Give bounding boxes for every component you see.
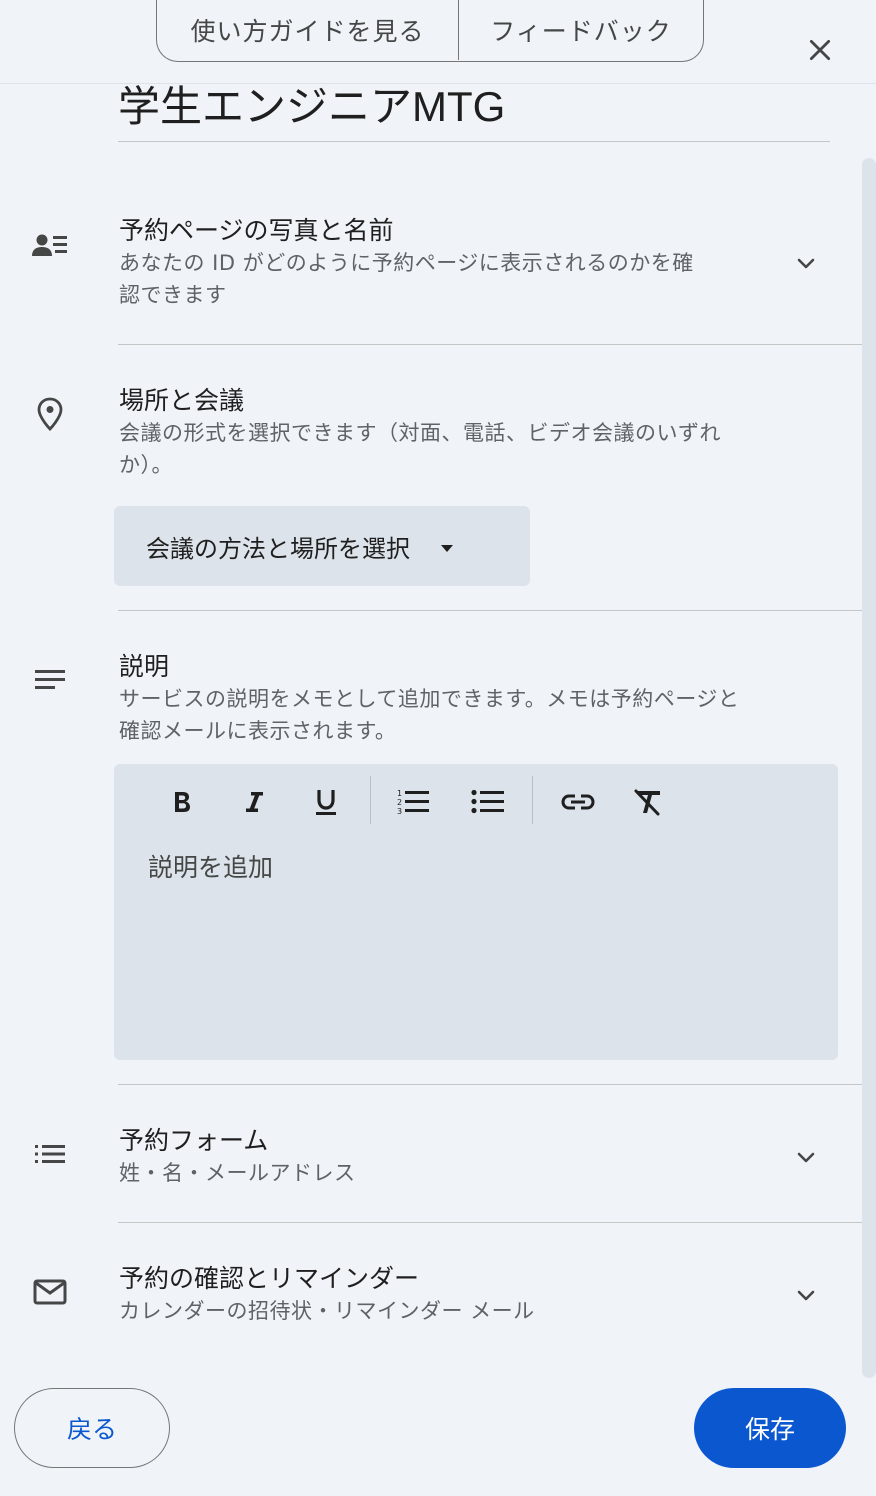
bold-button[interactable] [158, 778, 206, 826]
link-button[interactable] [554, 778, 602, 826]
title-field[interactable]: 学生エンジニアMTG [118, 84, 830, 142]
page-title: 学生エンジニアMTG [118, 83, 506, 130]
confirmation-title: 予約の確認とリマインダー [119, 1264, 420, 1293]
clear-format-button[interactable] [624, 778, 672, 826]
scrollbar[interactable] [862, 158, 876, 1378]
italic-icon [246, 792, 263, 812]
underline-icon [316, 790, 336, 815]
booking-page-panel: 使い方ガイドを見る フィードバック 学生エンジニアMTG 予約ページの写真と名前… [0, 0, 876, 1496]
help-pill-group: 使い方ガイドを見る フィードバック [156, 0, 704, 62]
save-button[interactable]: 保存 [694, 1388, 846, 1468]
meeting-method-label: 会議の方法と場所を選択 [146, 534, 410, 563]
profile-desc-line2: 認できます [119, 283, 227, 307]
svg-text:2: 2 [397, 798, 402, 807]
description-editor[interactable]: 1 2 3 説明を追加 [114, 764, 838, 1060]
bold-icon [175, 792, 190, 812]
svg-text:3: 3 [397, 807, 402, 816]
divider [118, 1084, 862, 1085]
toolbar-separator [370, 776, 371, 824]
back-button[interactable]: 戻る [14, 1388, 170, 1468]
chevron-down-icon[interactable] [786, 1276, 826, 1316]
top-bar: 使い方ガイドを見る フィードバック [0, 0, 876, 84]
confirmation-desc: カレンダーの招待状・リマインダー メール [119, 1299, 535, 1323]
booking-form-title: 予約フォーム [119, 1126, 269, 1155]
clear-format-icon [634, 789, 660, 816]
close-icon [809, 39, 831, 61]
toolbar-separator [532, 776, 533, 824]
chevron-down-icon[interactable] [786, 1138, 826, 1178]
bulleted-list-button[interactable] [464, 778, 512, 826]
profile-desc-line1: あなたの ID がどのように予約ページに表示されるのかを確 [119, 251, 694, 275]
italic-button[interactable] [230, 778, 278, 826]
description-desc-line1: サービスの説明をメモとして追加できます。メモは予約ページと [119, 687, 740, 711]
guide-button[interactable]: 使い方ガイドを見る [157, 0, 459, 60]
numbered-list-button[interactable]: 1 2 3 [390, 778, 438, 826]
divider [118, 610, 862, 611]
close-button[interactable] [796, 26, 844, 74]
feedback-button[interactable]: フィードバック [459, 0, 703, 60]
underline-button[interactable] [302, 778, 350, 826]
divider [118, 1222, 862, 1223]
link-icon [561, 794, 595, 810]
location-desc-line1: 会議の形式を選択できます（対面、電話、ビデオ会議のいずれ [119, 421, 721, 445]
mail-icon [30, 1272, 70, 1312]
svg-text:1: 1 [397, 789, 402, 798]
divider [118, 344, 862, 345]
editor-toolbar: 1 2 3 [114, 764, 838, 840]
location-title: 場所と会議 [119, 386, 245, 415]
booking-form-desc: 姓・名・メールアドレス [119, 1161, 356, 1185]
profile-title: 予約ページの写真と名前 [119, 216, 394, 245]
bulleted-list-icon [471, 789, 504, 814]
location-pin-icon [30, 394, 70, 434]
chevron-down-icon[interactable] [786, 244, 826, 284]
person-list-icon [30, 226, 70, 266]
caret-down-icon [438, 532, 456, 560]
location-desc-line2: か）。 [119, 453, 173, 477]
description-desc-line2: 確認メールに表示されます。 [119, 719, 397, 743]
description-title: 説明 [119, 652, 170, 681]
notes-icon [30, 660, 70, 700]
description-placeholder: 説明を追加 [148, 853, 274, 882]
meeting-method-select[interactable]: 会議の方法と場所を選択 [114, 506, 530, 586]
list-icon [30, 1134, 70, 1174]
numbered-list-icon: 1 2 3 [397, 789, 429, 816]
